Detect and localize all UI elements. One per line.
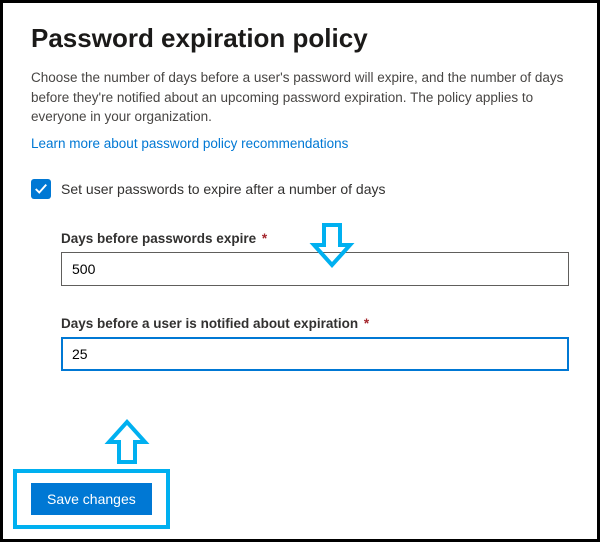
learn-more-link[interactable]: Learn more about password policy recomme…: [31, 136, 348, 151]
save-button[interactable]: Save changes: [31, 483, 152, 515]
notify-days-label: Days before a user is notified about exp…: [61, 316, 569, 331]
expire-enable-row: Set user passwords to expire after a num…: [31, 179, 569, 199]
expire-days-field: Days before passwords expire *: [61, 231, 569, 286]
expire-days-label: Days before passwords expire *: [61, 231, 569, 246]
expire-days-input[interactable]: [61, 252, 569, 286]
required-indicator: *: [262, 231, 267, 246]
required-indicator: *: [364, 316, 369, 331]
page-description: Choose the number of days before a user'…: [31, 68, 569, 127]
save-highlight-box: Save changes: [13, 469, 170, 529]
expire-enable-label: Set user passwords to expire after a num…: [61, 181, 386, 197]
notify-days-field: Days before a user is notified about exp…: [61, 316, 569, 371]
notify-days-input[interactable]: [61, 337, 569, 371]
arrow-up-icon: [103, 418, 151, 466]
expire-days-label-text: Days before passwords expire: [61, 231, 256, 246]
page-title: Password expiration policy: [31, 23, 569, 54]
checkmark-icon: [34, 182, 48, 196]
expire-enable-checkbox[interactable]: [31, 179, 51, 199]
notify-days-label-text: Days before a user is notified about exp…: [61, 316, 358, 331]
